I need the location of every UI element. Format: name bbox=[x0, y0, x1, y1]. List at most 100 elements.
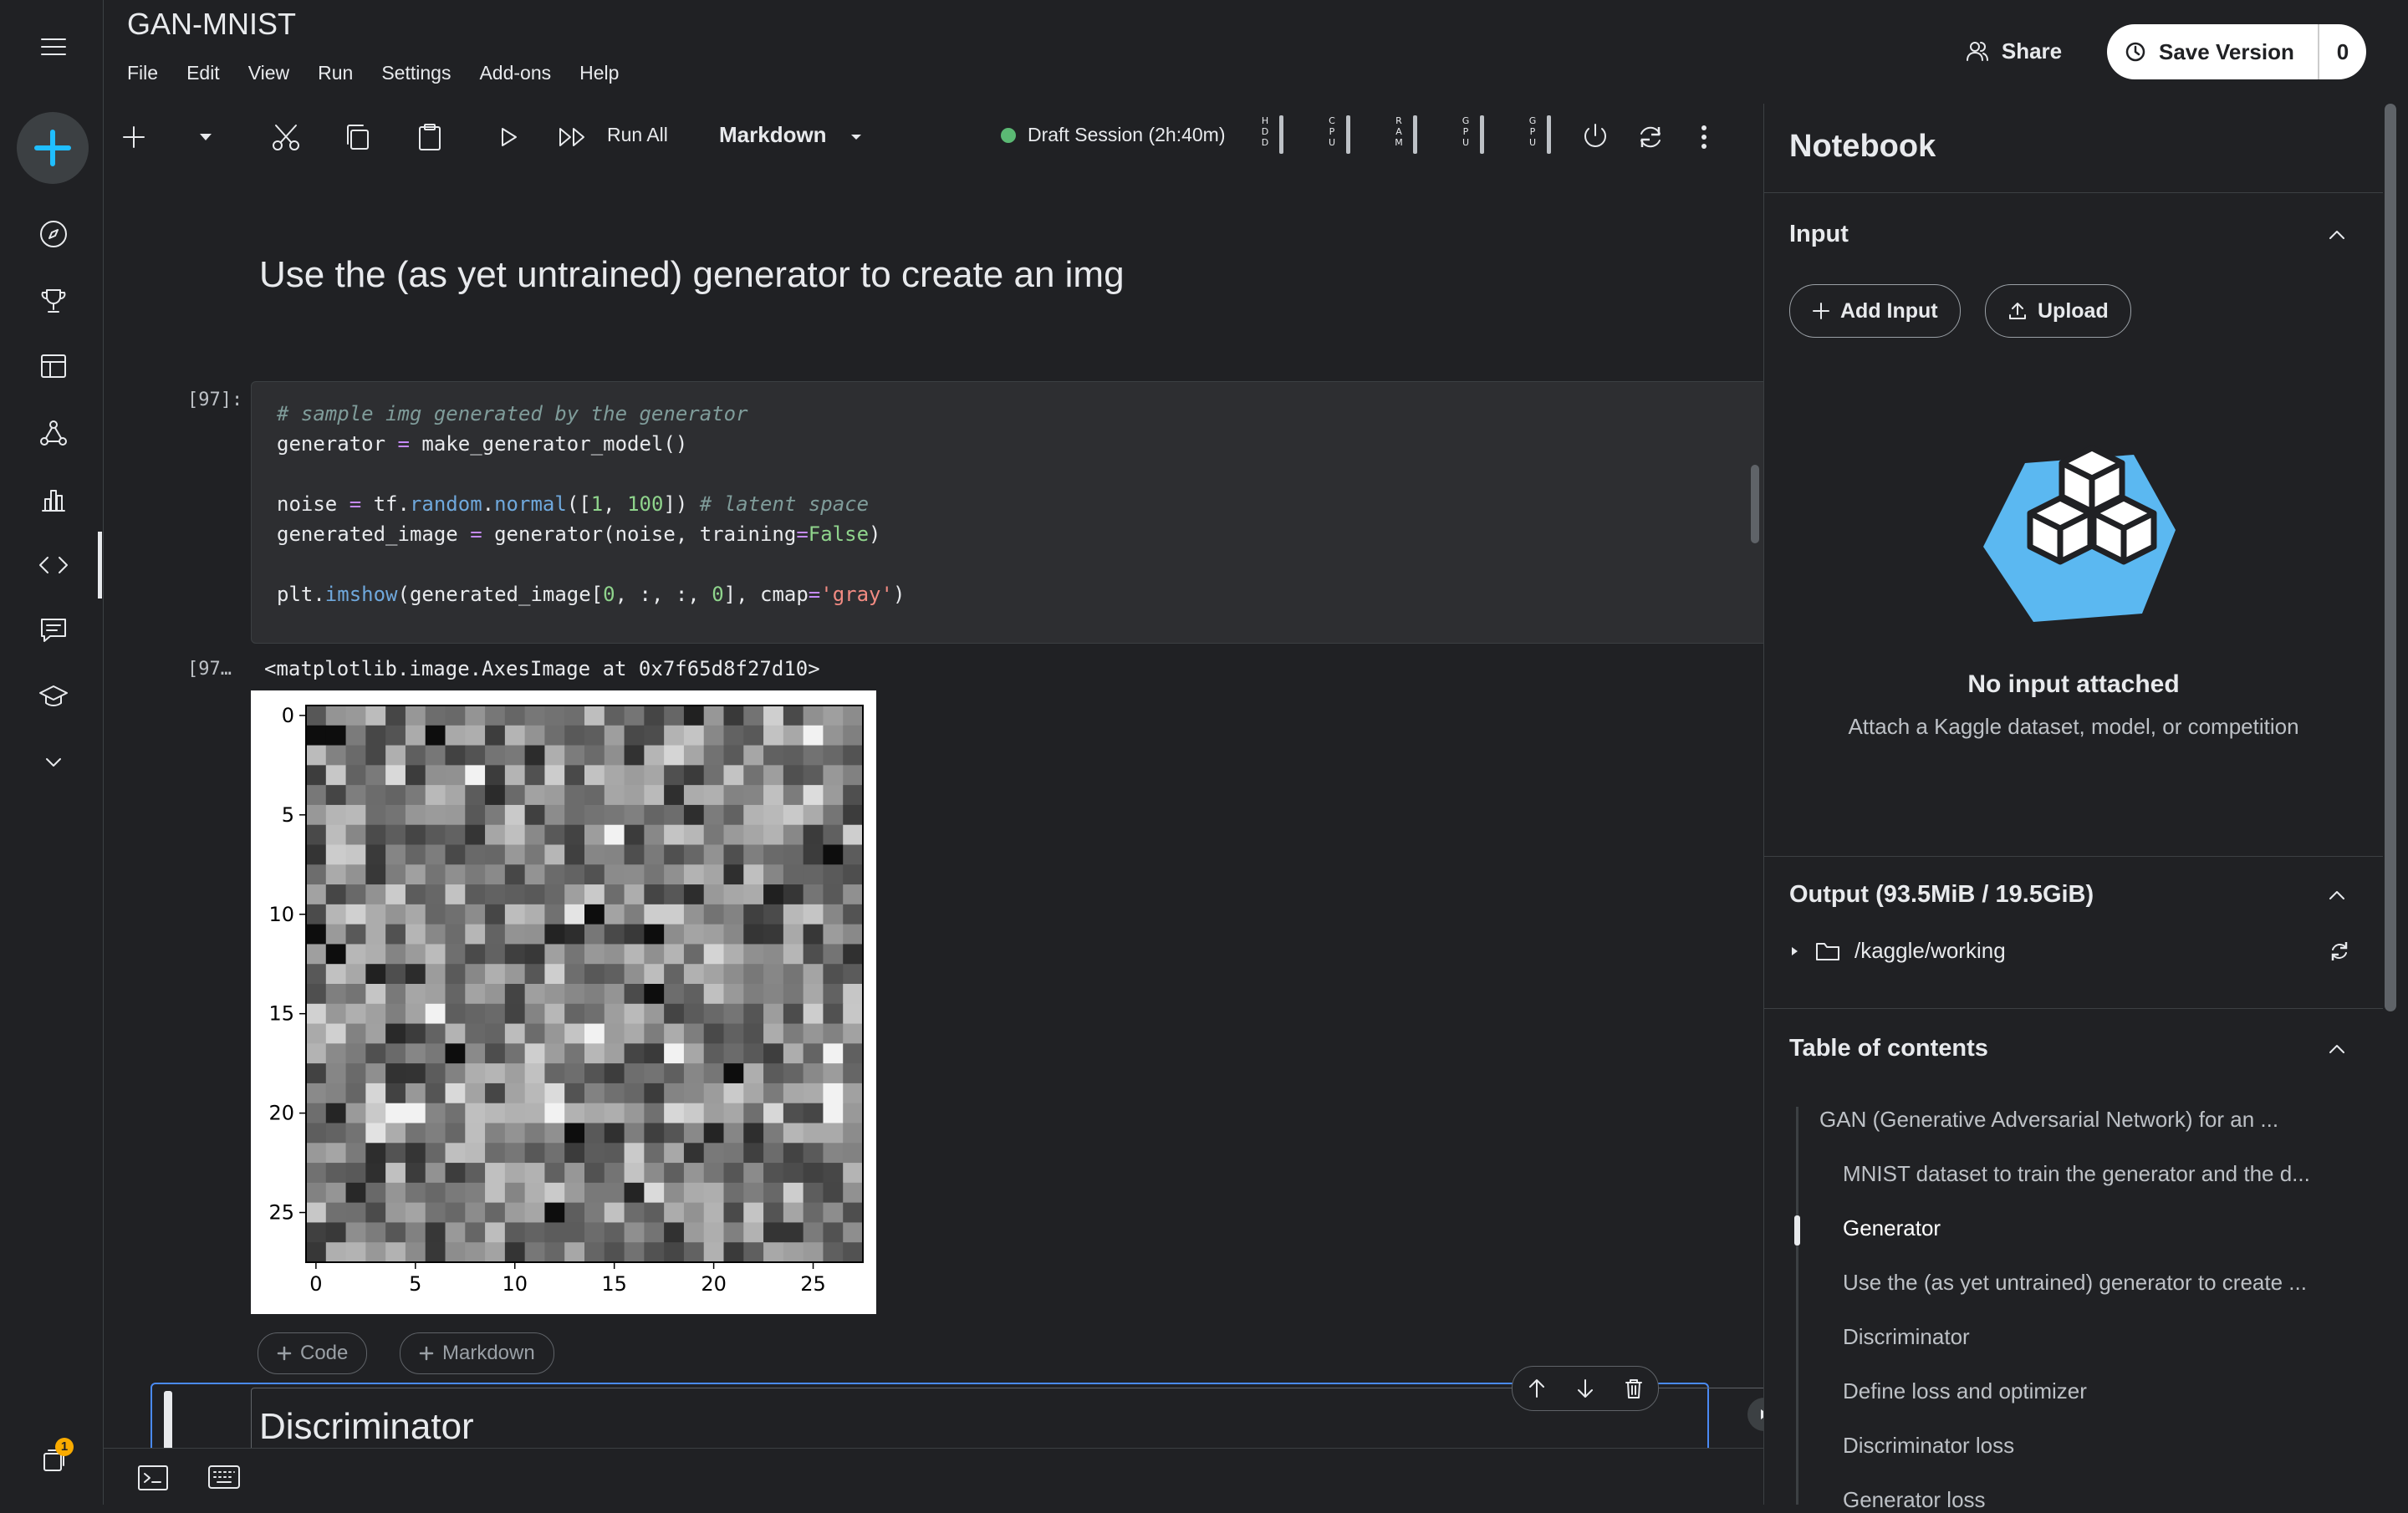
heatmap-cell bbox=[803, 924, 824, 945]
discussion-icon[interactable] bbox=[33, 610, 74, 650]
markdown-heading[interactable]: Use the (as yet untrained) generator to … bbox=[259, 254, 1125, 296]
heatmap-cell bbox=[405, 1083, 426, 1104]
menu-file[interactable]: File bbox=[127, 62, 158, 84]
toc-item[interactable]: Discriminator loss bbox=[1843, 1433, 2014, 1459]
run-all-button[interactable]: Run All bbox=[607, 124, 668, 146]
menu-addons[interactable]: Add-ons bbox=[479, 62, 551, 84]
heatmap-cell bbox=[405, 1023, 426, 1044]
editor-scrollbar[interactable] bbox=[1751, 465, 1759, 543]
heatmap-cell bbox=[683, 706, 705, 726]
copy-icon[interactable] bbox=[339, 119, 376, 155]
heatmap-cell bbox=[544, 1202, 565, 1224]
toc-item[interactable]: MNIST dataset to train the generator and… bbox=[1843, 1161, 2310, 1187]
heatmap-cell bbox=[524, 745, 546, 766]
heatmap-cell bbox=[584, 725, 605, 746]
console-icon[interactable] bbox=[137, 1464, 169, 1492]
upload-button[interactable]: Upload bbox=[1985, 284, 2131, 338]
share-button[interactable]: Share bbox=[1956, 25, 2070, 77]
heatmap-cell bbox=[783, 1043, 804, 1064]
heatmap-cell bbox=[445, 864, 466, 885]
chevron-up-icon[interactable] bbox=[2324, 1037, 2349, 1062]
heatmap-cell bbox=[763, 745, 784, 766]
toc-item[interactable]: Use the (as yet untrained) generator to … bbox=[1843, 1270, 2307, 1296]
menu-icon[interactable] bbox=[33, 27, 74, 67]
heatmap-cell bbox=[604, 944, 625, 965]
cut-icon[interactable] bbox=[268, 119, 304, 155]
heatmap-cell bbox=[325, 706, 347, 726]
add-cell-icon[interactable] bbox=[115, 119, 152, 155]
heatmap-cell bbox=[504, 844, 526, 865]
heatmap-cell bbox=[524, 706, 546, 726]
add-input-button[interactable]: Add Input bbox=[1789, 284, 1961, 338]
add-code-cell-button[interactable]: Code bbox=[258, 1332, 368, 1374]
chevron-down-icon[interactable] bbox=[187, 119, 224, 155]
menu-help[interactable]: Help bbox=[579, 62, 619, 84]
x-tick-label: 20 bbox=[701, 1272, 727, 1296]
heatmap-cell bbox=[524, 844, 546, 865]
heatmap-cell bbox=[683, 864, 705, 885]
delete-icon[interactable] bbox=[1622, 1377, 1645, 1400]
heatmap-cell bbox=[823, 964, 844, 985]
heatmap-cell bbox=[306, 745, 327, 766]
toc-item[interactable]: Define loss and optimizer bbox=[1843, 1378, 2087, 1404]
heatmap-cell bbox=[564, 1182, 585, 1204]
chevron-up-icon[interactable] bbox=[2324, 883, 2349, 908]
heatmap-cell bbox=[465, 864, 486, 885]
more-icon[interactable] bbox=[33, 742, 74, 782]
toc-section-title[interactable]: Table of contents bbox=[1789, 1035, 1988, 1062]
heatmap-cell bbox=[564, 824, 585, 846]
code-cell[interactable]: # sample img generated by the generator … bbox=[251, 381, 1763, 644]
code-icon[interactable] bbox=[33, 545, 74, 585]
save-version-button[interactable]: Save Version 0 bbox=[2107, 24, 2366, 79]
menu-settings[interactable]: Settings bbox=[381, 62, 451, 84]
input-section-title[interactable]: Input bbox=[1789, 221, 1849, 248]
heatmap-cell bbox=[345, 864, 366, 885]
heatmap-cell bbox=[564, 1063, 585, 1084]
run-cell-icon[interactable] bbox=[490, 119, 527, 155]
refresh-output-icon[interactable] bbox=[2328, 940, 2351, 963]
heatmap-cell bbox=[803, 785, 824, 806]
notebook-title[interactable]: GAN-MNIST bbox=[127, 7, 296, 42]
chart-icon[interactable] bbox=[33, 480, 74, 520]
heatmap-cell bbox=[584, 864, 605, 885]
menu-view[interactable]: View bbox=[248, 62, 289, 84]
panel-scrollbar[interactable] bbox=[2385, 104, 2396, 1011]
create-button[interactable] bbox=[17, 112, 89, 184]
markdown-heading-discriminator[interactable]: Discriminator bbox=[259, 1406, 474, 1448]
heatmap-cell bbox=[664, 765, 685, 786]
heatmap-cell bbox=[703, 944, 725, 965]
power-icon[interactable] bbox=[1577, 119, 1614, 155]
table-icon[interactable] bbox=[33, 346, 74, 386]
heatmap-cell bbox=[763, 924, 784, 945]
add-markdown-cell-button[interactable]: Markdown bbox=[400, 1332, 554, 1374]
kebab-menu-icon[interactable] bbox=[1686, 119, 1722, 155]
output-folder-row[interactable]: /kaggle/working bbox=[1789, 938, 2006, 964]
run-all-icon[interactable] bbox=[555, 119, 592, 155]
panel-title: Notebook bbox=[1789, 129, 1936, 164]
compass-icon[interactable] bbox=[33, 214, 74, 254]
toc-item-active[interactable]: Generator bbox=[1843, 1215, 1941, 1241]
trophy-icon[interactable] bbox=[33, 281, 74, 321]
keyboard-icon[interactable] bbox=[207, 1464, 241, 1490]
toc-item[interactable]: Discriminator bbox=[1843, 1324, 1970, 1350]
cell-type-select[interactable]: Markdown bbox=[719, 122, 827, 148]
output-section-title[interactable]: Output (93.5MiB / 19.5GiB) bbox=[1789, 881, 2094, 909]
heatmap-cell bbox=[723, 964, 744, 985]
menu-edit[interactable]: Edit bbox=[186, 62, 220, 84]
session-status[interactable]: Draft Session (2h:40m) bbox=[1001, 124, 1225, 146]
learn-icon[interactable] bbox=[33, 677, 74, 717]
heatmap-cell bbox=[345, 1222, 366, 1243]
toc-item[interactable]: Generator loss bbox=[1843, 1487, 1986, 1513]
cell-type-chevron-icon[interactable] bbox=[838, 119, 875, 155]
chevron-up-icon[interactable] bbox=[2324, 222, 2349, 247]
menu-run[interactable]: Run bbox=[318, 62, 353, 84]
paste-icon[interactable] bbox=[411, 119, 448, 155]
heatmap-cell bbox=[425, 765, 446, 786]
move-up-icon[interactable] bbox=[1525, 1377, 1548, 1400]
heatmap-cell bbox=[703, 984, 725, 1005]
notifications-icon[interactable]: 1 bbox=[33, 1438, 74, 1480]
models-icon[interactable] bbox=[33, 413, 74, 453]
move-down-icon[interactable] bbox=[1574, 1377, 1597, 1400]
toc-item[interactable]: GAN (Generative Adversarial Network) for… bbox=[1819, 1107, 2278, 1133]
restart-icon[interactable] bbox=[1632, 119, 1669, 155]
